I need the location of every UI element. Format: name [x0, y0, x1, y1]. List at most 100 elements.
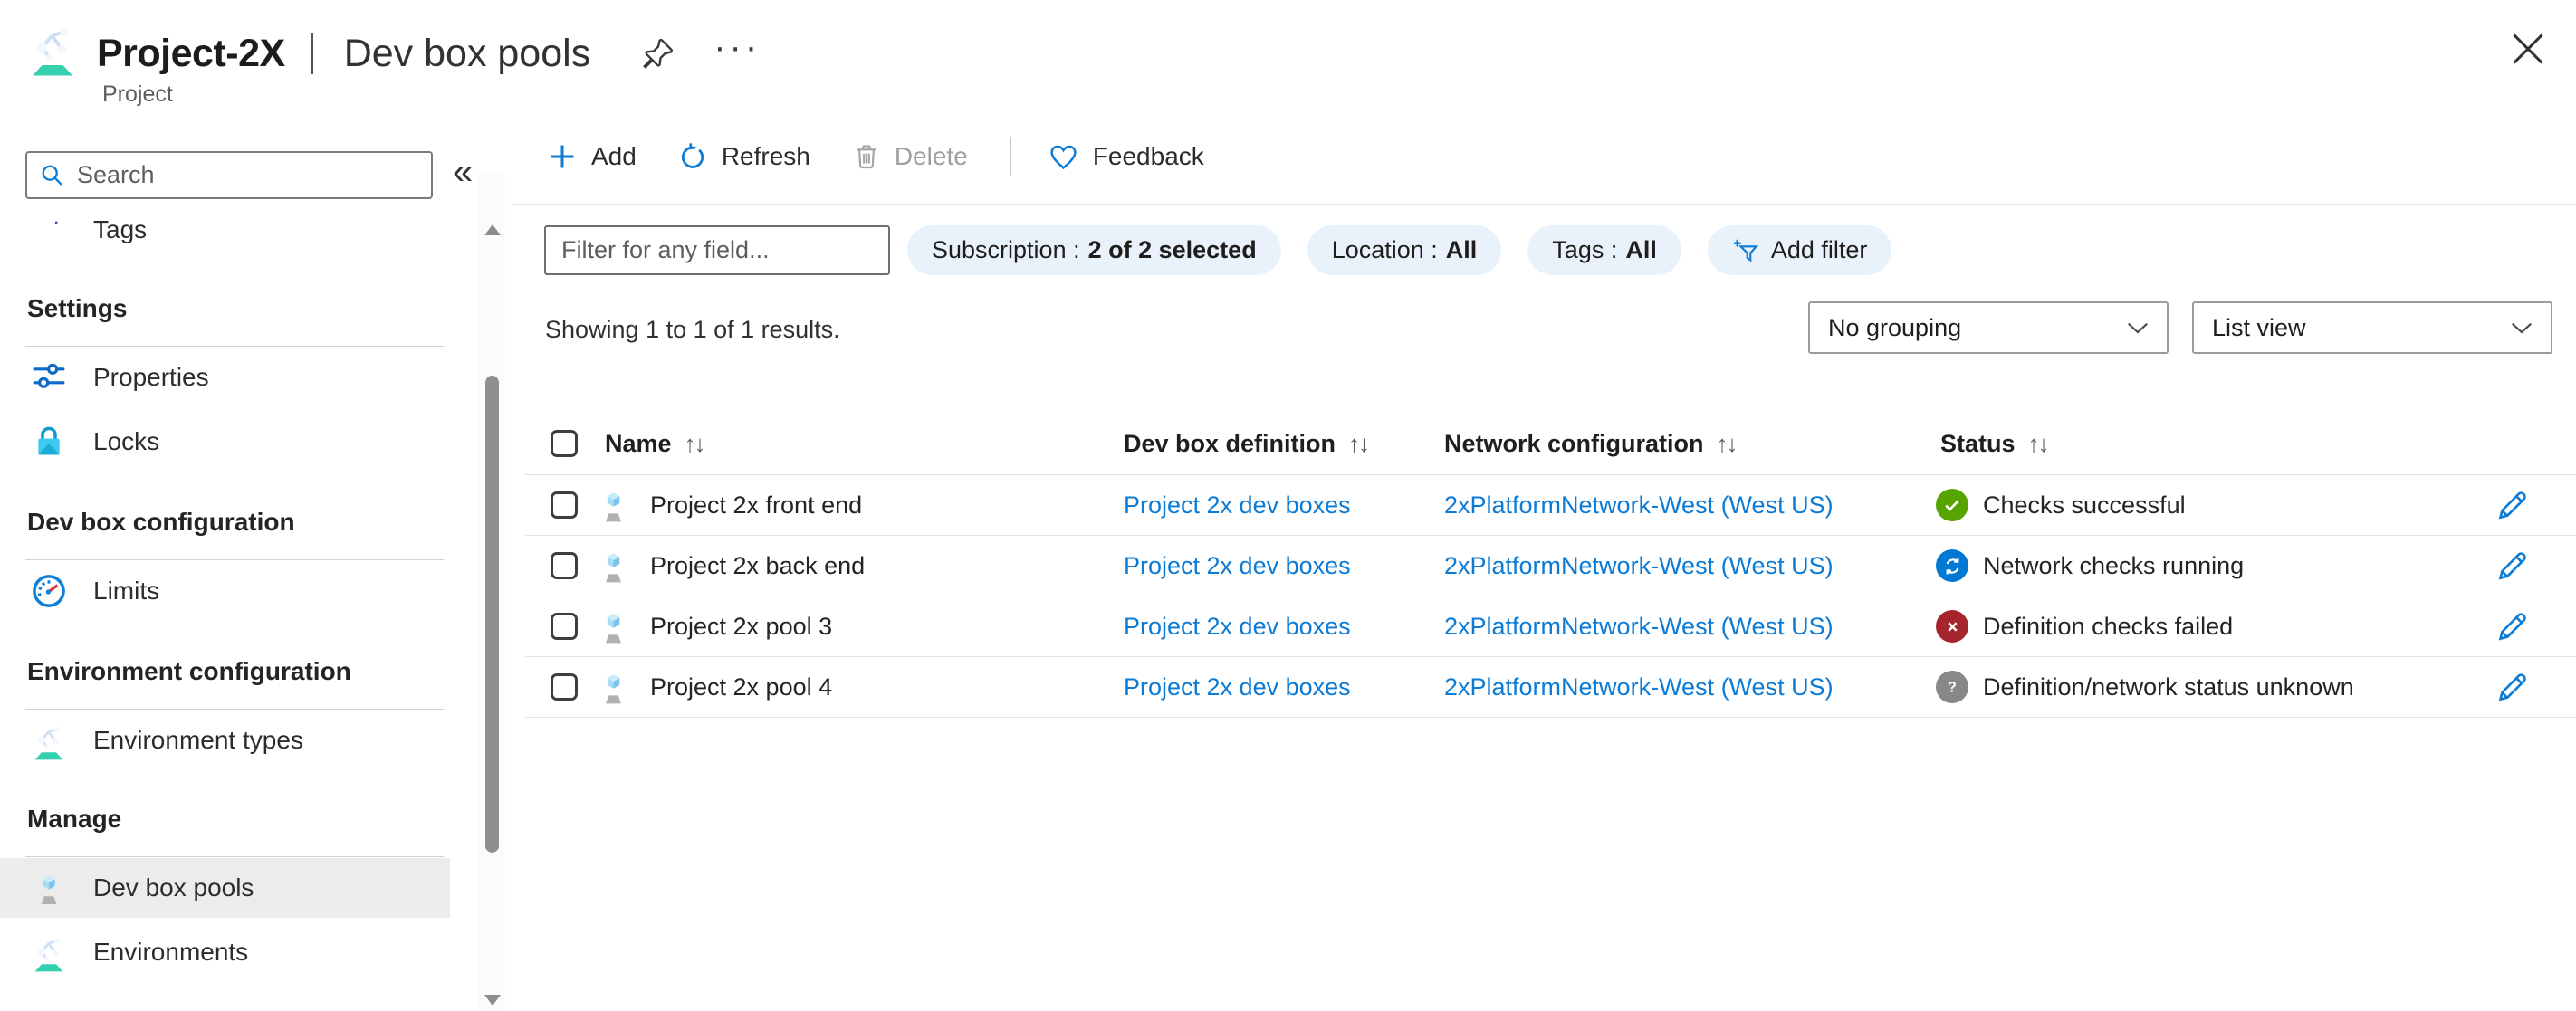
- sidebar-item-limits[interactable]: Limits: [0, 562, 450, 620]
- pool-name: Project 2x back end: [650, 551, 866, 579]
- devbox-pool-icon: [592, 536, 635, 596]
- sliders-icon: [27, 356, 71, 399]
- results-summary: Showing 1 to 1 of 1 results.: [545, 316, 840, 343]
- add-button[interactable]: Add: [547, 141, 637, 172]
- network-link[interactable]: 2xPlatformNetwork-West (West US): [1444, 673, 1834, 701]
- tag-icon: [27, 208, 71, 252]
- sidebar-item-properties[interactable]: Properties: [0, 348, 450, 406]
- pool-name: Project 2x pool 4: [650, 672, 833, 701]
- network-link[interactable]: 2xPlatformNetwork-West (West US): [1444, 491, 1834, 520]
- edit-pencil-icon[interactable]: [2494, 607, 2532, 645]
- add-filter-pill[interactable]: Add filter: [1707, 225, 1892, 275]
- view-dropdown[interactable]: List view: [2192, 301, 2552, 354]
- project-resource-icon: [25, 18, 80, 78]
- sidebar-item-environments[interactable]: Environments: [0, 923, 450, 981]
- funnel-plus-icon: [1733, 239, 1758, 262]
- status-unknown-icon: ?: [1936, 671, 1968, 703]
- refresh-button[interactable]: Refresh: [678, 142, 810, 172]
- sidebar-search[interactable]: [25, 151, 433, 199]
- blade-page-title: Dev box pools: [343, 31, 591, 75]
- resource-type-label: Project: [102, 81, 173, 107]
- sidebar-divider: [25, 856, 444, 857]
- edit-pencil-icon[interactable]: [2494, 547, 2532, 585]
- sidebar-section-devbox-configuration: Dev box configuration: [27, 508, 295, 536]
- column-header-status[interactable]: Status ↑↓: [1940, 412, 2050, 475]
- scroll-up-icon[interactable]: [484, 224, 501, 235]
- status-cell: Network checks running: [1936, 536, 2244, 596]
- status-cell: ? Definition/network status unknown: [1936, 657, 2354, 717]
- row-checkbox[interactable]: [551, 613, 578, 640]
- location-filter-pill[interactable]: Location : All: [1307, 225, 1502, 275]
- sort-icon: ↑↓: [2027, 429, 2050, 457]
- sidebar-item-tags[interactable]: Tags: [0, 201, 450, 259]
- definition-link[interactable]: Project 2x dev boxes: [1124, 613, 1351, 641]
- globe-icon: [27, 719, 71, 762]
- edit-pencil-icon[interactable]: [2494, 668, 2532, 706]
- blade-title-row: Project-2X Dev box pools ···: [97, 25, 761, 81]
- refresh-icon: [681, 142, 704, 168]
- row-checkbox[interactable]: [551, 552, 578, 579]
- sort-icon: ↑↓: [1348, 429, 1370, 457]
- table-row[interactable]: Project 2x pool 4 Project 2x dev boxes 2…: [525, 657, 2576, 718]
- table-row[interactable]: Project 2x front end Project 2x dev boxe…: [525, 475, 2576, 536]
- status-text: Network checks running: [1983, 551, 2245, 579]
- delete-button[interactable]: Delete: [852, 142, 968, 171]
- definition-link[interactable]: Project 2x dev boxes: [1124, 673, 1351, 701]
- sidebar-item-label: Tags: [93, 215, 148, 243]
- title-separator: [310, 33, 313, 74]
- subscription-filter-pill[interactable]: Subscription :2 of 2 selected: [907, 225, 1281, 275]
- filter-field-input[interactable]: [544, 225, 890, 275]
- tags-filter-pill[interactable]: Tags : All: [1527, 225, 1681, 275]
- status-failed-icon: [1936, 610, 1968, 643]
- status-text: Checks successful: [1983, 491, 2186, 519]
- search-icon: [42, 165, 62, 186]
- devbox-pool-icon: [592, 596, 635, 656]
- collapse-sidebar-icon[interactable]: «: [453, 152, 473, 193]
- table-row[interactable]: Project 2x back end Project 2x dev boxes…: [525, 536, 2576, 596]
- row-checkbox[interactable]: [551, 673, 578, 701]
- definition-link[interactable]: Project 2x dev boxes: [1124, 491, 1351, 520]
- toolbar-separator: [1009, 137, 1011, 176]
- feedback-button[interactable]: Feedback: [1048, 141, 1204, 173]
- table-row[interactable]: Project 2x pool 3 Project 2x dev boxes 2…: [525, 596, 2576, 657]
- sidebar-section-manage: Manage: [27, 805, 122, 833]
- grouping-dropdown[interactable]: No grouping: [1808, 301, 2169, 354]
- pool-name: Project 2x front end: [650, 491, 863, 519]
- trash-icon: [856, 145, 876, 169]
- network-link[interactable]: 2xPlatformNetwork-West (West US): [1444, 552, 1834, 580]
- status-running-icon: [1936, 549, 1968, 582]
- status-success-icon: [1936, 489, 1968, 521]
- edit-pencil-icon[interactable]: [2494, 486, 2532, 524]
- more-actions-icon[interactable]: ···: [713, 29, 761, 78]
- plus-icon: [551, 145, 574, 168]
- scroll-down-icon[interactable]: [484, 995, 501, 1006]
- filter-pills: Subscription :2 of 2 selected Location :…: [907, 225, 1892, 275]
- pin-icon[interactable]: [641, 36, 675, 71]
- chevron-down-icon: [2511, 322, 2533, 334]
- table-header: Name ↑↓ Dev box definition ↑↓ Network conf…: [0, 412, 2576, 475]
- command-bar: Add Refresh Delete Feedback: [547, 127, 1246, 186]
- sidebar-scrollbar[interactable]: [478, 174, 505, 1011]
- resource-title: Project-2X: [97, 31, 285, 75]
- chevron-down-icon: [2127, 322, 2149, 334]
- sidebar-item-label: Properties: [93, 363, 209, 391]
- column-header-network[interactable]: Network configuration ↑↓: [1444, 412, 1738, 475]
- column-header-definition[interactable]: Dev box definition ↑↓: [1124, 412, 1370, 475]
- sidebar-item-dev-box-pools[interactable]: Dev box pools: [0, 858, 450, 918]
- sidebar-item-label: Environments: [93, 938, 249, 966]
- heart-icon: [1050, 145, 1077, 169]
- devbox-pools-blade: Project-2X Dev box pools ··· Project « T…: [0, 0, 2576, 1011]
- row-checkbox[interactable]: [551, 491, 578, 519]
- definition-link[interactable]: Project 2x dev boxes: [1124, 552, 1351, 580]
- column-header-name[interactable]: Name ↑↓: [605, 412, 706, 475]
- close-icon[interactable]: [2508, 29, 2548, 69]
- status-text: Definition/network status unknown: [1983, 672, 2354, 701]
- network-link[interactable]: 2xPlatformNetwork-West (West US): [1444, 613, 1834, 641]
- status-cell: Checks successful: [1936, 475, 2186, 535]
- sidebar-divider: [25, 709, 444, 710]
- sidebar-item-environment-types[interactable]: Environment types: [0, 711, 450, 769]
- select-all-checkbox[interactable]: [551, 412, 578, 475]
- status-text: Definition checks failed: [1983, 612, 2234, 640]
- search-input[interactable]: [77, 161, 418, 189]
- toolbar-divider: [512, 204, 2576, 205]
